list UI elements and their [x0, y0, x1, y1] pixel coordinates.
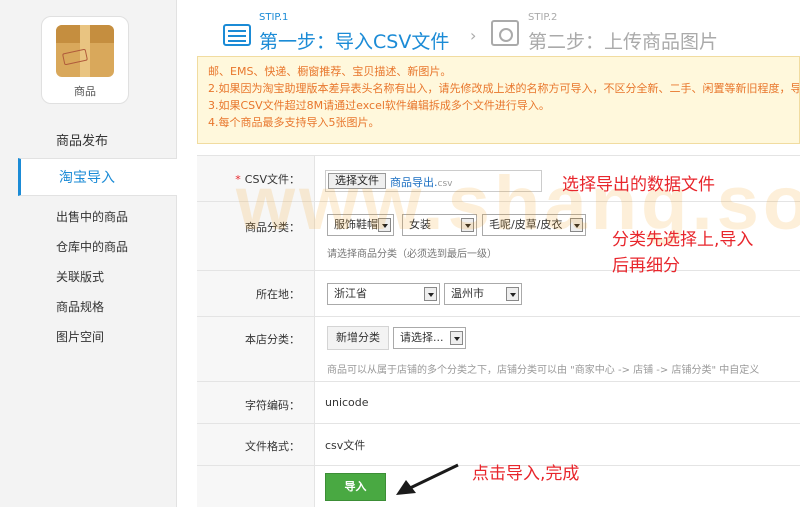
shop-category-hint: 商品可以从属于店铺的多个分类之下，店铺分类可以由 "商家中心 -> 店铺 -> …: [327, 365, 760, 376]
choose-file-button[interactable]: 选择文件: [328, 173, 386, 189]
category-select-2[interactable]: 女装: [402, 214, 477, 236]
sidebar-item-publish[interactable]: 商品发布: [0, 126, 177, 158]
sidebar-item-related-layout[interactable]: 关联版式: [0, 262, 177, 292]
step1-title: 第一步：导入CSV文件: [259, 31, 450, 53]
sidebar-item-taobao-import[interactable]: 淘宝导入: [18, 158, 177, 196]
sidebar-nav: 商品发布 淘宝导入 出售中的商品 仓库中的商品 关联版式 商品规格 图片空间: [0, 126, 177, 352]
sidebar-item-specs[interactable]: 商品规格: [0, 292, 177, 322]
format-label: 文件格式：: [197, 424, 315, 465]
encoding-row: 字符编码： unicode: [197, 382, 800, 424]
arrow-icon: [396, 463, 459, 495]
sidebar: 商品 商品发布 淘宝导入 出售中的商品 仓库中的商品 关联版式 商品规格 图片空…: [0, 0, 177, 507]
sidebar-item-image-space[interactable]: 图片空间: [0, 322, 177, 352]
city-select[interactable]: 温州市: [444, 283, 522, 305]
annotation-category-line1: 分类先选择上,导入: [612, 230, 754, 250]
shop-category-select[interactable]: 请选择...: [393, 327, 466, 349]
location-label: 所在地：: [197, 271, 315, 316]
chevron-down-icon: [461, 218, 474, 232]
file-name: 商品导出.csv: [390, 176, 453, 189]
category-select-1[interactable]: 服饰鞋帽: [327, 214, 394, 236]
label-column-filler: [197, 466, 315, 507]
app-card[interactable]: 商品: [41, 16, 129, 104]
annotation-select-file: 选择导出的数据文件: [562, 175, 715, 195]
location-row: 所在地： 浙江省 温州市: [197, 271, 800, 317]
category-select-3[interactable]: 毛呢/皮草/皮衣: [482, 214, 586, 236]
shop-category-label: 本店分类：: [197, 317, 315, 381]
package-box-icon: [56, 25, 114, 77]
chevron-down-icon: [570, 218, 583, 232]
notice-line: 4.每个商品最多支持导入5张图片。: [208, 116, 380, 129]
annotation-click-import: 点击导入,完成: [472, 464, 580, 484]
chevron-down-icon: [378, 218, 391, 232]
step-header: STIP.1 第一步：导入CSV文件 › STIP.2 第二步：上传商品图片: [177, 0, 800, 56]
annotation-category-line2: 后再细分: [612, 256, 680, 276]
notice-line: 2.如果因为淘宝助理版本差异表头名称有出入，请先修改成上述的名称方可导入，不区分…: [208, 82, 800, 95]
sidebar-item-on-sale[interactable]: 出售中的商品: [0, 202, 177, 232]
list-icon: [223, 24, 251, 46]
import-form: * CSV文件： 选择文件 商品导出.csv 商品分类： 服饰鞋帽 女装 毛呢/皮…: [197, 155, 800, 507]
import-button[interactable]: 导入: [325, 473, 386, 501]
category-hint: 请选择商品分类（必须选到最后一级）: [327, 249, 497, 260]
chevron-down-icon: [424, 287, 437, 301]
category-label: 商品分类：: [197, 202, 315, 270]
sidebar-item-warehouse[interactable]: 仓库中的商品: [0, 232, 177, 262]
notice-line: 3.如果CSV文件超过8M请通过excel软件编辑拆成多个文件进行导入。: [208, 99, 550, 112]
chevron-down-icon: [450, 331, 463, 345]
format-value: csv文件: [325, 439, 366, 452]
step2-title: 第二步：上传商品图片: [528, 31, 719, 53]
add-category-button[interactable]: 新增分类: [327, 326, 389, 350]
encoding-value: unicode: [325, 396, 369, 409]
province-select[interactable]: 浙江省: [327, 283, 440, 305]
chevron-down-icon: [506, 287, 519, 301]
encoding-label: 字符编码：: [197, 382, 315, 423]
notice-line: 邮、EMS、快递、橱窗推荐、宝贝描述、新图片。: [208, 65, 452, 78]
step1-subtitle: STIP.1: [259, 12, 289, 23]
chevron-right-icon: ›: [470, 26, 477, 45]
notice-box: 邮、EMS、快递、橱窗推荐、宝贝描述、新图片。 2.如果因为淘宝助理版本差异表头…: [197, 56, 800, 144]
app-label: 商品: [74, 85, 96, 98]
step2-subtitle: STIP.2: [528, 12, 558, 23]
required-mark: *: [235, 173, 241, 186]
csv-label: CSV文件：: [244, 173, 300, 186]
camera-icon: [491, 20, 519, 46]
shop-category-row: 本店分类： 新增分类 请选择... 商品可以从属于店铺的多个分类之下，店铺分类可…: [197, 317, 800, 382]
